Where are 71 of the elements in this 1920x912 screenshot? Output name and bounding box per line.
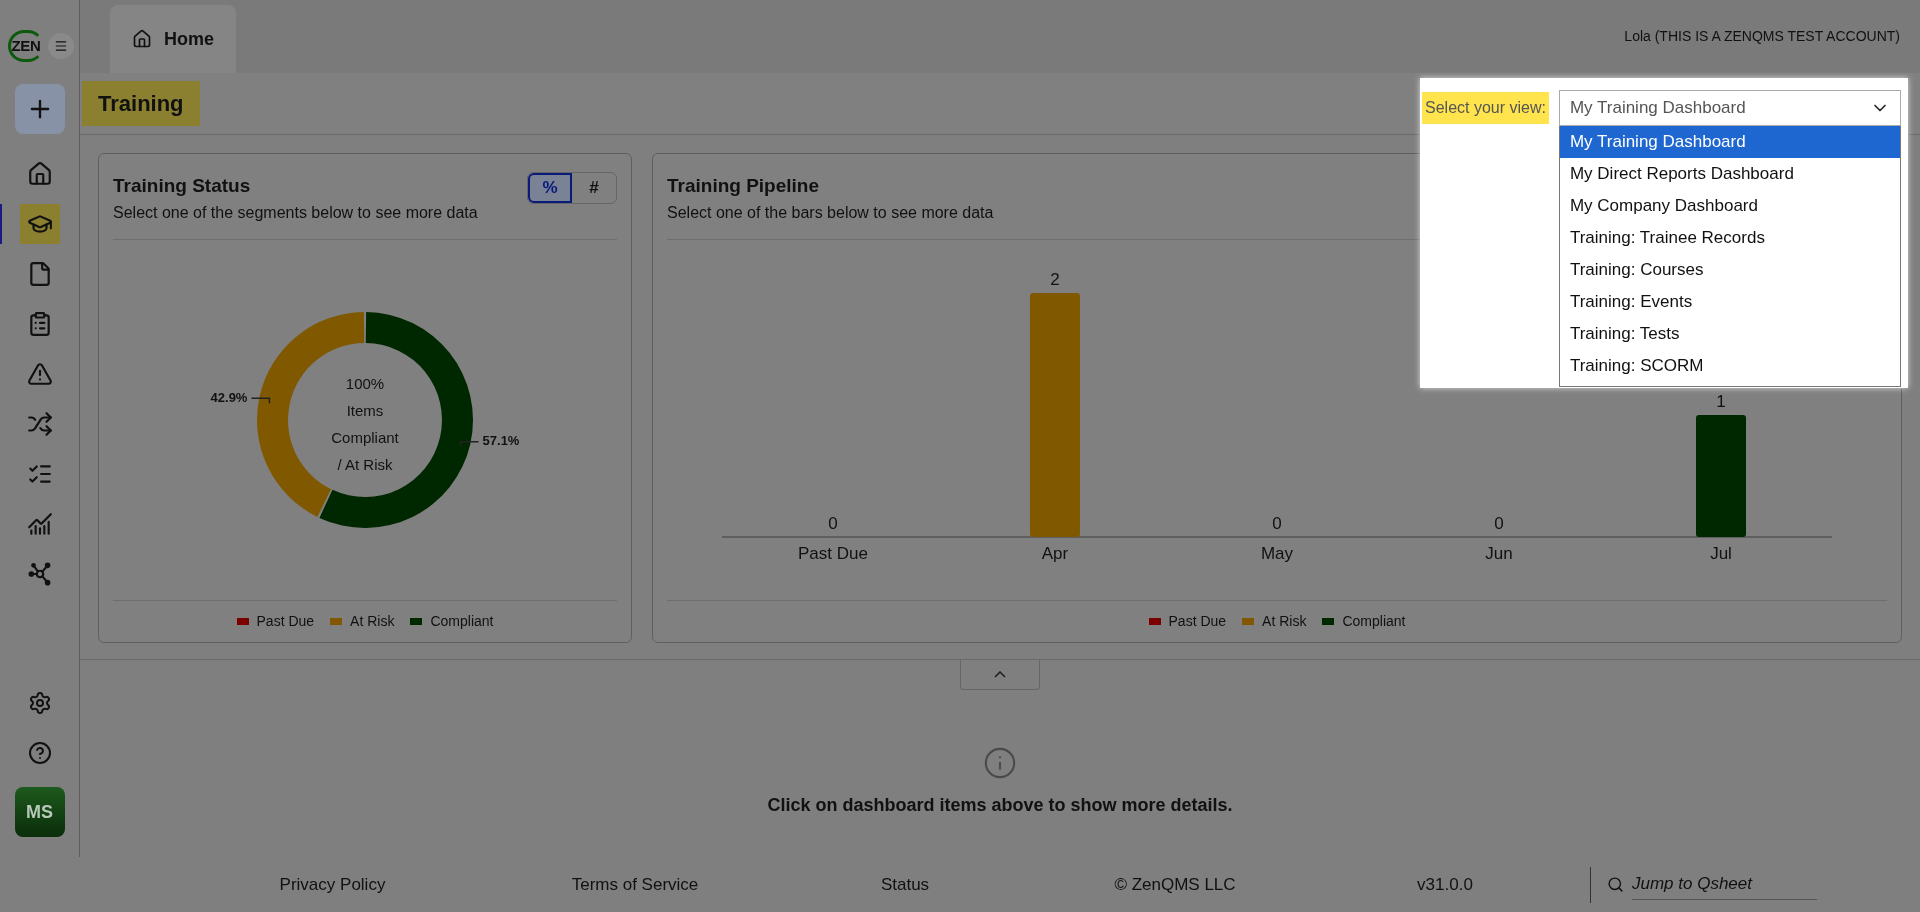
donut-segment[interactable] <box>319 311 473 528</box>
view-option[interactable]: Training: Courses <box>1559 254 1900 286</box>
user-name: Lola (THIS IS A ZENQMS TEST ACCOUNT) <box>1624 27 1900 46</box>
category-label: Past Due <box>797 545 869 562</box>
view-option[interactable]: My Company Dashboard <box>1559 190 1900 222</box>
data-label: 57.1% <box>482 434 520 448</box>
center-label: Compliant <box>331 427 399 448</box>
view-label: Select your view: <box>1422 92 1549 124</box>
menu-icon <box>54 39 68 53</box>
shuffle-icon <box>26 411 53 437</box>
legend-label: Past Due <box>1168 612 1227 631</box>
data-label: 42.9% <box>210 391 248 405</box>
toggle-button[interactable]: # <box>572 173 616 203</box>
center-label: 100% <box>345 373 385 394</box>
page-title: Training <box>82 81 200 126</box>
view-option[interactable]: My Direct Reports Dashboard <box>1559 158 1900 190</box>
category-label: Jun <box>1484 545 1514 562</box>
category-label: May <box>1259 545 1295 562</box>
legend-label: Compliant <box>430 612 494 631</box>
warning-icon <box>26 361 53 387</box>
data-label: 0 <box>1493 515 1505 532</box>
data-label: 2 <box>1049 271 1061 288</box>
view-option[interactable]: My Training Dashboard <box>1559 126 1900 158</box>
qsheet-search-field[interactable]: Jump to Qsheet <box>1632 869 1817 900</box>
toggle-button[interactable]: % <box>528 173 572 203</box>
legend-label: Compliant <box>1342 612 1406 631</box>
tab[interactable]: Home <box>110 5 236 73</box>
network-icon <box>26 561 53 587</box>
legend-label: At Risk <box>350 612 395 631</box>
footer-link[interactable]: Status <box>770 871 1040 898</box>
legend-label: Past Due <box>256 612 315 631</box>
legend-swatch <box>236 618 249 625</box>
view-select[interactable]: My Training Dashboard <box>1558 90 1901 126</box>
settings-icon <box>27 691 52 715</box>
home-icon <box>132 29 152 49</box>
add-button[interactable] <box>14 84 65 134</box>
center-label: Items <box>346 400 384 421</box>
leader-line <box>250 397 271 404</box>
data-label: 0 <box>827 515 839 532</box>
menu-button[interactable] <box>48 33 74 59</box>
view-option[interactable]: Training: Events <box>1559 286 1900 318</box>
category-label: Apr <box>1040 545 1070 562</box>
legend-swatch <box>330 618 343 625</box>
view-option[interactable]: Training: Trainee Records <box>1559 222 1900 254</box>
footer-link[interactable]: v31.0.0 <box>1310 871 1580 898</box>
avatar[interactable]: MS <box>14 787 65 837</box>
chart-icon <box>26 511 53 537</box>
footer-link[interactable]: © ZenQMS LLC <box>1040 871 1310 898</box>
data-label: 1 <box>1715 393 1727 410</box>
search-icon <box>1607 876 1624 893</box>
footer-link[interactable]: Terms of Service <box>500 871 770 898</box>
card-title: Training Pipeline <box>667 174 820 198</box>
nav-button[interactable] <box>19 204 60 244</box>
chevron-up-icon <box>994 671 1006 678</box>
center-label: / At Risk <box>337 454 393 475</box>
view-option[interactable]: Training: Tests <box>1559 318 1900 350</box>
legend-label: At Risk <box>1262 612 1307 631</box>
details-hint: Click on dashboard items above to show more details. <box>767 794 1233 817</box>
footer-link[interactable]: Privacy Policy <box>0 871 500 898</box>
info-icon <box>983 746 1017 780</box>
card-subtitle: Select one of the segments below to see more data <box>113 202 478 223</box>
card-title: Training Status <box>113 174 252 198</box>
help-icon <box>27 741 52 765</box>
active-indicator <box>0 204 2 244</box>
home-icon <box>26 161 53 187</box>
legend-swatch <box>410 618 423 625</box>
view-option[interactable]: Training: SCORM <box>1559 350 1900 382</box>
leader-line <box>459 440 480 448</box>
data-label: 0 <box>1271 515 1283 532</box>
category-label: Jul <box>1709 545 1733 562</box>
card-subtitle: Select one of the bars below to see more data <box>667 202 994 223</box>
